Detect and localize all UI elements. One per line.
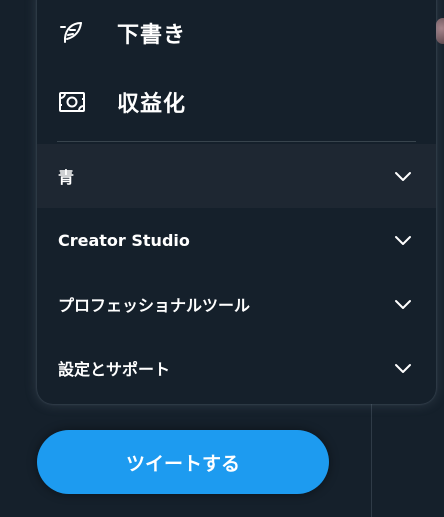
chevron-down-icon	[395, 172, 411, 181]
monetize-label: 収益化	[117, 92, 187, 117]
chevron-down-icon	[395, 364, 411, 373]
section-settings-support[interactable]: 設定とサポート	[37, 336, 436, 400]
chevron-down-icon	[395, 236, 411, 245]
section-label: プロフェッショナルツール	[58, 296, 251, 315]
app-page: 下書き 収益化 青 Creator Studio プロフェッショナルツール 設定…	[0, 0, 444, 517]
menu-item-monetize[interactable]: 収益化	[37, 73, 436, 131]
menu-item-drafts[interactable]: 下書き	[37, 4, 436, 62]
more-menu-popup: 下書き 収益化 青 Creator Studio プロフェッショナルツール 設定…	[37, 0, 436, 404]
tweet-button[interactable]: ツイートする	[37, 430, 329, 494]
feather-icon	[57, 18, 87, 48]
section-blue[interactable]: 青	[37, 144, 436, 208]
chevron-down-icon	[395, 300, 411, 309]
menu-divider	[57, 141, 416, 142]
section-professional-tools[interactable]: プロフェッショナルツール	[37, 272, 436, 336]
tweet-button-label: ツイートする	[125, 452, 240, 475]
section-creator-studio[interactable]: Creator Studio	[37, 208, 436, 272]
section-label: 設定とサポート	[58, 360, 171, 379]
avatar[interactable]	[436, 18, 444, 44]
section-label: Creator Studio	[58, 230, 190, 250]
drafts-label: 下書き	[117, 23, 187, 48]
column-divider	[371, 400, 372, 517]
money-icon	[57, 87, 87, 117]
section-label: 青	[58, 168, 75, 187]
